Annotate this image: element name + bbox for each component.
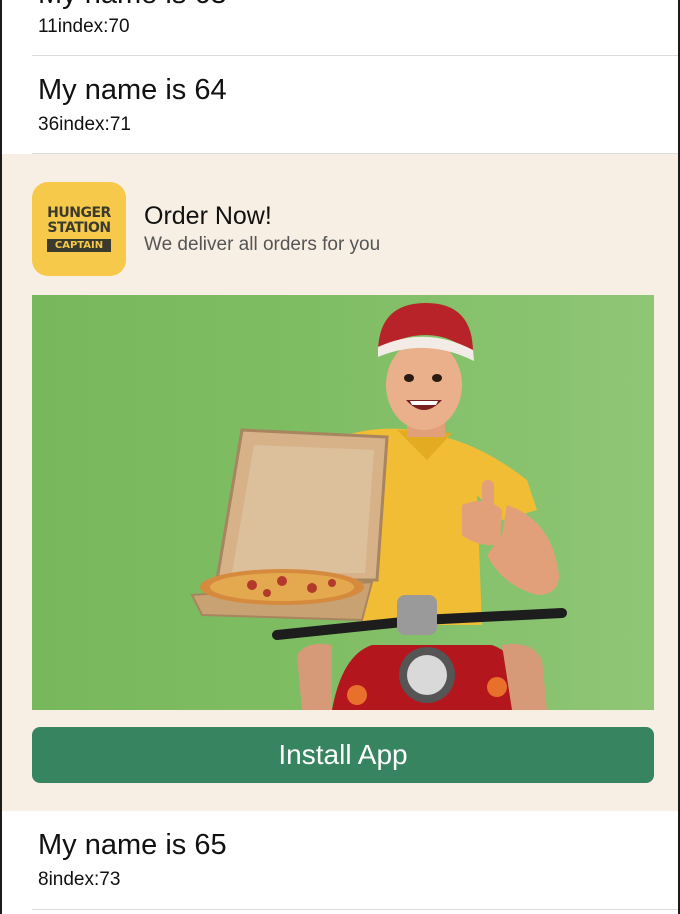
logo-text: CAPTAIN: [46, 239, 112, 252]
item-title: My name is 65: [38, 829, 227, 861]
native-ad: HUNGER STATION CAPTAIN Order Now! We del…: [2, 154, 678, 811]
ad-description: We deliver all orders for you: [144, 234, 381, 255]
logo-text: HUNGER: [47, 205, 111, 221]
feed-list: My name is 63 11index:70 My name is 64 3…: [0, 0, 680, 914]
ad-title[interactable]: Order Now!: [144, 202, 272, 231]
install-app-button[interactable]: Install App: [32, 727, 654, 783]
list-item[interactable]: My name is 63 11index:70: [2, 0, 678, 56]
item-subtitle: 8index:73: [38, 869, 121, 890]
delivery-man-illustration: [190, 303, 567, 710]
ad-image[interactable]: [32, 295, 654, 710]
item-title: My name is 64: [38, 74, 227, 106]
app-logo[interactable]: HUNGER STATION CAPTAIN: [32, 182, 126, 276]
list-item[interactable]: My name is 65 8index:73: [2, 811, 678, 910]
divider: [32, 909, 678, 910]
item-subtitle: 36index:71: [38, 114, 131, 135]
list-item[interactable]: My name is 64 36index:71: [2, 56, 678, 154]
logo-text: STATION: [47, 220, 111, 236]
item-title: My name is 63: [38, 0, 227, 11]
item-subtitle: 11index:70: [38, 16, 130, 37]
